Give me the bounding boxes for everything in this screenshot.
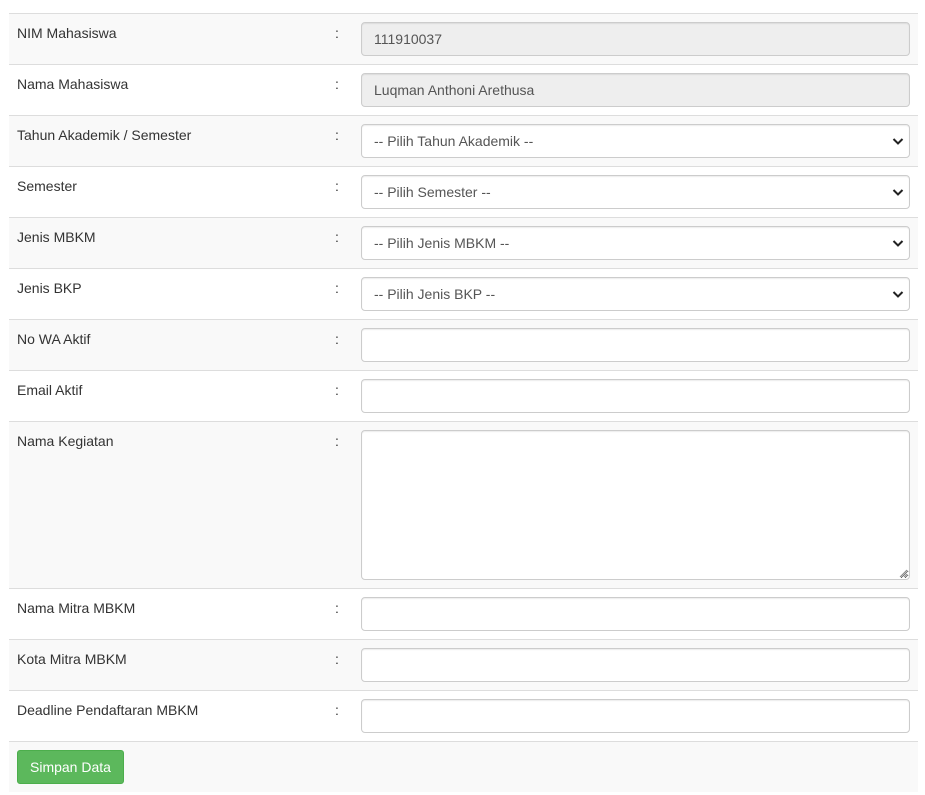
no-wa-input[interactable] <box>361 328 910 362</box>
kota-mitra-input[interactable] <box>361 648 910 682</box>
colon-separator: : <box>327 370 352 422</box>
colon-separator: : <box>327 639 352 691</box>
colon-separator: : <box>327 268 352 320</box>
form-row-semester: Semester : -- Pilih Semester -- <box>9 166 918 218</box>
simpan-data-button[interactable]: Simpan Data <box>17 750 124 784</box>
deadline-label: Deadline Pendaftaran MBKM <box>9 690 327 742</box>
form-row-jenis-mbkm: Jenis MBKM : -- Pilih Jenis MBKM -- <box>9 217 918 269</box>
form-row-nama-kegiatan: Nama Kegiatan : <box>9 421 918 589</box>
form-row-no-wa: No WA Aktif : <box>9 319 918 371</box>
colon-separator: : <box>327 166 352 218</box>
semester-label: Semester <box>9 166 327 218</box>
nama-mitra-input[interactable] <box>361 597 910 631</box>
jenis-mbkm-label: Jenis MBKM <box>9 217 327 269</box>
nama-input[interactable] <box>361 73 910 107</box>
form-row-kota-mitra: Kota Mitra MBKM : <box>9 639 918 691</box>
form-row-nama-mitra: Nama Mitra MBKM : <box>9 588 918 640</box>
nama-kegiatan-label: Nama Kegiatan <box>9 421 327 589</box>
tahun-akademik-select[interactable]: -- Pilih Tahun Akademik -- <box>361 124 910 158</box>
nim-input[interactable] <box>361 22 910 56</box>
mbkm-registration-form: NIM Mahasiswa : Nama Mahasiswa : Tahun A… <box>9 13 918 792</box>
tahun-akademik-label: Tahun Akademik / Semester <box>9 115 327 167</box>
form-row-nama: Nama Mahasiswa : <box>9 64 918 116</box>
jenis-bkp-select[interactable]: -- Pilih Jenis BKP -- <box>361 277 910 311</box>
form-row-tahun-akademik: Tahun Akademik / Semester : -- Pilih Tah… <box>9 115 918 167</box>
colon-separator: : <box>327 217 352 269</box>
nama-label: Nama Mahasiswa <box>9 64 327 116</box>
email-label: Email Aktif <box>9 370 327 422</box>
form-row-deadline: Deadline Pendaftaran MBKM : <box>9 690 918 742</box>
deadline-input[interactable] <box>361 699 910 733</box>
semester-select[interactable]: -- Pilih Semester -- <box>361 175 910 209</box>
nama-kegiatan-textarea[interactable] <box>361 430 910 580</box>
colon-separator: : <box>327 588 352 640</box>
form-row-actions: Simpan Data <box>9 741 918 792</box>
colon-separator: : <box>327 690 352 742</box>
jenis-mbkm-select[interactable]: -- Pilih Jenis MBKM -- <box>361 226 910 260</box>
colon-separator: : <box>327 421 352 589</box>
kota-mitra-label: Kota Mitra MBKM <box>9 639 327 691</box>
colon-separator: : <box>327 13 352 65</box>
form-row-jenis-bkp: Jenis BKP : -- Pilih Jenis BKP -- <box>9 268 918 320</box>
nim-label: NIM Mahasiswa <box>9 13 327 65</box>
colon-separator: : <box>327 319 352 371</box>
email-input[interactable] <box>361 379 910 413</box>
colon-separator: : <box>327 64 352 116</box>
form-row-nim: NIM Mahasiswa : <box>9 13 918 65</box>
form-row-email: Email Aktif : <box>9 370 918 422</box>
nama-mitra-label: Nama Mitra MBKM <box>9 588 327 640</box>
colon-separator: : <box>327 115 352 167</box>
no-wa-label: No WA Aktif <box>9 319 327 371</box>
jenis-bkp-label: Jenis BKP <box>9 268 327 320</box>
